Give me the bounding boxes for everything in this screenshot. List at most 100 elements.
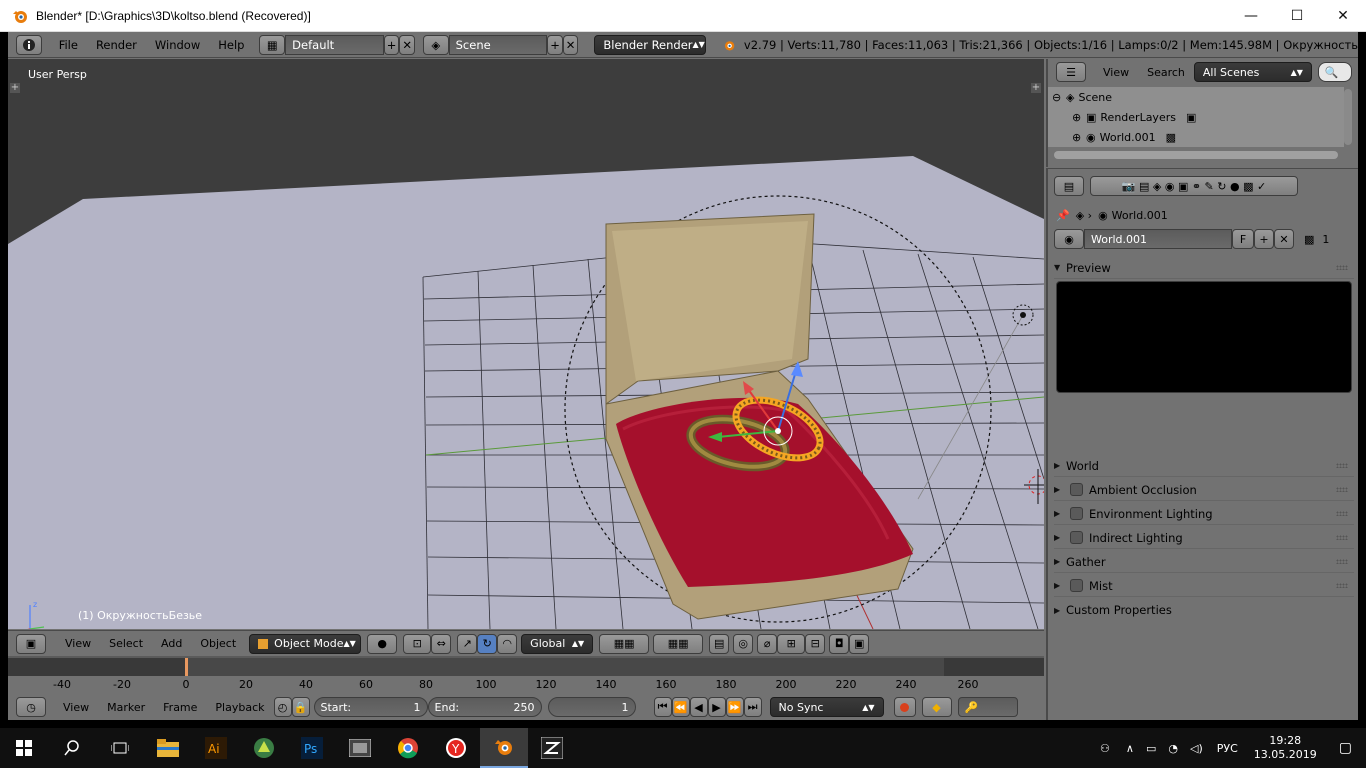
scale-icon[interactable]: ◠ bbox=[497, 633, 518, 654]
pivot-point-button[interactable]: ⊡ bbox=[403, 633, 432, 654]
timeline-scale[interactable]: -40 -20 0 20 40 60 80 100 120 140 160 18… bbox=[8, 676, 1044, 694]
viewport-shading-button[interactable]: ● bbox=[367, 633, 398, 654]
render-anim-icon[interactable]: ▣ bbox=[849, 633, 870, 654]
battery-icon[interactable]: ▭ bbox=[1146, 742, 1156, 755]
start-frame-field[interactable]: Start: 1 bbox=[313, 697, 428, 717]
lock-layers-icon[interactable]: ▤ bbox=[709, 633, 730, 654]
editor-type-properties-button[interactable]: ▤ bbox=[1054, 176, 1084, 196]
manipulator-button[interactable]: ⇔ bbox=[431, 633, 452, 654]
task-view-button[interactable] bbox=[96, 728, 144, 768]
current-frame-field[interactable]: 1 bbox=[547, 697, 636, 717]
panel-world-header[interactable]: ▶ World bbox=[1054, 455, 1354, 477]
keying-set-icon[interactable]: ◆ bbox=[921, 697, 952, 717]
scene-icon[interactable]: ◈ bbox=[422, 34, 449, 55]
layers-grid-2[interactable]: ▦▦ bbox=[653, 633, 704, 654]
volume-icon[interactable]: ◁) bbox=[1190, 742, 1203, 755]
render-engine-select[interactable]: Blender Render ▲▼ bbox=[594, 34, 707, 55]
render-still-icon[interactable]: ◘ bbox=[829, 633, 850, 654]
end-frame-field[interactable]: End: 250 bbox=[427, 697, 542, 717]
taskbar-explorer[interactable] bbox=[144, 728, 192, 768]
editor-type-timeline-button[interactable]: ◷ bbox=[16, 697, 46, 717]
pin-icon[interactable]: 📌 bbox=[1056, 209, 1070, 222]
maximize-button[interactable]: ☐ bbox=[1274, 0, 1320, 32]
play-icon[interactable]: ▶ bbox=[707, 697, 726, 717]
snap-target-icon[interactable]: ⊞ bbox=[777, 633, 806, 654]
panel-custom-properties-header[interactable]: ▶ Custom Properties bbox=[1054, 599, 1354, 621]
menu-render[interactable]: Render bbox=[87, 38, 146, 52]
menu-window[interactable]: Window bbox=[146, 38, 209, 52]
taskbar-illustrator[interactable]: Ai bbox=[192, 728, 240, 768]
outliner-search-field[interactable]: 🔍 bbox=[1317, 62, 1352, 82]
snap-element-icon[interactable]: ⊟ bbox=[805, 633, 826, 654]
properties-toggle-icon[interactable]: + bbox=[1031, 83, 1041, 93]
keying-set-field[interactable]: 🔑 bbox=[957, 697, 1018, 717]
jump-start-icon[interactable]: ⏮ bbox=[653, 697, 672, 717]
outliner-hscrollbar[interactable] bbox=[1054, 151, 1338, 159]
outliner-menu-view[interactable]: View bbox=[1094, 66, 1138, 79]
ao-checkbox[interactable] bbox=[1070, 483, 1083, 496]
world-name-field[interactable]: World.001 bbox=[1084, 229, 1232, 249]
taskbar-video-app[interactable] bbox=[336, 728, 384, 768]
play-reverse-icon[interactable]: ◀ bbox=[689, 697, 708, 717]
outliner-filter-select[interactable]: All Scenes ▲▼ bbox=[1193, 62, 1312, 82]
proportional-edit-icon[interactable]: ◎ bbox=[733, 633, 754, 654]
unlink-world-icon[interactable]: ✕ bbox=[1274, 229, 1294, 249]
lock-range-icon[interactable]: 🔒 bbox=[291, 697, 310, 717]
menu-file[interactable]: File bbox=[50, 38, 87, 52]
remove-scene-icon[interactable]: ✕ bbox=[562, 34, 579, 55]
vp-menu-view[interactable]: View bbox=[56, 637, 100, 650]
start-button[interactable] bbox=[0, 728, 48, 768]
panel-mist-header[interactable]: ▶ Mist bbox=[1054, 575, 1354, 597]
chevron-up-icon[interactable]: ∧ bbox=[1126, 742, 1134, 755]
screen-layout-icon[interactable]: ▦ bbox=[259, 34, 286, 55]
translate-icon[interactable]: ↗ bbox=[457, 633, 478, 654]
screen-layout-field[interactable]: Default bbox=[285, 34, 384, 55]
tl-menu-frame[interactable]: Frame bbox=[154, 701, 206, 714]
scene-field[interactable]: Scene bbox=[448, 34, 548, 55]
taskbar-chrome[interactable] bbox=[384, 728, 432, 768]
preview-range-icon[interactable]: ◴ bbox=[273, 697, 292, 717]
vp-menu-object[interactable]: Object bbox=[191, 637, 245, 650]
add-scene-icon[interactable]: + bbox=[547, 34, 563, 55]
toolshelf-toggle-icon[interactable]: + bbox=[10, 83, 20, 93]
rotate-icon[interactable]: ↻ bbox=[477, 633, 498, 654]
tl-menu-playback[interactable]: Playback bbox=[206, 701, 273, 714]
current-frame-marker[interactable] bbox=[185, 658, 188, 676]
object-mode-select[interactable]: Object Mode ▲▼ bbox=[249, 633, 362, 654]
notifications-icon[interactable]: ▢ bbox=[1339, 740, 1352, 756]
jump-end-icon[interactable]: ⏭ bbox=[743, 697, 762, 717]
language-indicator[interactable]: РУС bbox=[1217, 742, 1238, 755]
wifi-icon[interactable]: ◔ bbox=[1168, 742, 1178, 755]
search-button[interactable] bbox=[48, 728, 96, 768]
remove-layout-icon[interactable]: ✕ bbox=[399, 34, 415, 55]
new-world-icon[interactable]: + bbox=[1254, 229, 1274, 249]
close-button[interactable]: ✕ bbox=[1320, 0, 1366, 32]
tl-menu-view[interactable]: View bbox=[54, 701, 98, 714]
indirect-lighting-checkbox[interactable] bbox=[1070, 531, 1083, 544]
fake-user-button[interactable]: F bbox=[1232, 229, 1254, 249]
panel-environment-lighting-header[interactable]: ▶ Environment Lighting bbox=[1054, 503, 1354, 525]
context-tabs[interactable]: 📷 ▤ ◈ ◉ ▣ ⚭ ✎ ↻ ● ▩ ✓ bbox=[1090, 176, 1298, 196]
panel-ambient-occlusion-header[interactable]: ▶ Ambient Occlusion bbox=[1054, 479, 1354, 501]
outliner-menu-search[interactable]: Search bbox=[1138, 66, 1194, 79]
editor-type-info-button[interactable] bbox=[16, 34, 42, 55]
people-icon[interactable]: ⚇ bbox=[1100, 742, 1110, 755]
editor-type-outliner-button[interactable]: ☰ bbox=[1056, 62, 1086, 82]
sync-select[interactable]: No Sync ▲▼ bbox=[769, 697, 884, 717]
outliner-row-world[interactable]: ⊕ ◉ World.001 ▩ bbox=[1048, 127, 1344, 147]
prev-keyframe-icon[interactable]: ⏪ bbox=[671, 697, 690, 717]
taskbar-zbrush[interactable] bbox=[528, 728, 576, 768]
mist-checkbox[interactable] bbox=[1070, 579, 1083, 592]
panel-gather-header[interactable]: ▶ Gather bbox=[1054, 551, 1354, 573]
taskbar-yandex[interactable]: Y bbox=[432, 728, 480, 768]
world-browse-icon[interactable]: ◉ bbox=[1054, 229, 1084, 249]
vp-menu-add[interactable]: Add bbox=[152, 637, 191, 650]
add-layout-icon[interactable]: + bbox=[383, 34, 400, 55]
orientation-select[interactable]: Global ▲▼ bbox=[521, 633, 594, 654]
next-keyframe-icon[interactable]: ⏩ bbox=[725, 697, 744, 717]
env-lighting-checkbox[interactable] bbox=[1070, 507, 1083, 520]
panel-preview-header[interactable]: ▼ Preview bbox=[1054, 257, 1354, 279]
panel-indirect-lighting-header[interactable]: ▶ Indirect Lighting bbox=[1054, 527, 1354, 549]
minimize-button[interactable]: — bbox=[1228, 0, 1274, 32]
layers-grid-1[interactable]: ▦▦ bbox=[599, 633, 650, 654]
